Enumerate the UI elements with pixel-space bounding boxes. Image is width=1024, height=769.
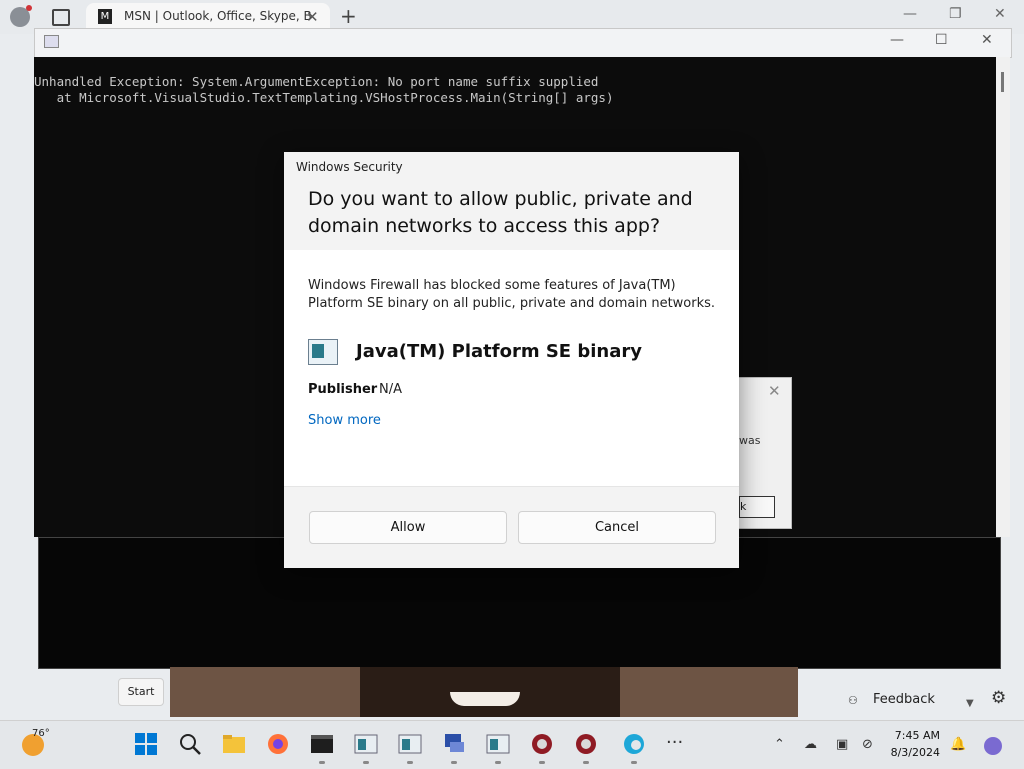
app-running-indicator (363, 761, 369, 764)
console-scrollbar-thumb[interactable] (1001, 72, 1004, 92)
ruby-app-icon[interactable] (530, 732, 554, 756)
ruby-running-indicator (583, 761, 589, 764)
chevron-down-icon[interactable]: ▼ (966, 698, 974, 709)
browser-close-icon[interactable]: ✕ (994, 6, 1006, 22)
tab-title[interactable]: MSN | Outlook, Office, Skype, B (124, 9, 314, 23)
app-name: Java(TM) Platform SE binary (356, 341, 642, 362)
console-title-bar (34, 28, 1012, 58)
copilot-icon[interactable] (984, 737, 1002, 755)
dialog-caption: Windows Security (296, 160, 403, 174)
feedback-icon[interactable]: ⚇ (848, 694, 862, 707)
show-more-link[interactable]: Show more (308, 413, 381, 428)
app-window-icon[interactable] (354, 732, 378, 756)
search-icon[interactable] (178, 732, 202, 756)
console-line-stacktrace: at Microsoft.VisualStudio.TextTemplating… (34, 90, 614, 105)
app-window-icon[interactable] (398, 732, 422, 756)
network-icon[interactable]: ⊘ (862, 737, 873, 752)
dialog-question: Do you want to allow public, private and… (308, 188, 693, 237)
publisher-value: N/A (379, 382, 402, 397)
console-close-icon[interactable]: ✕ (981, 32, 993, 48)
tab-close-icon[interactable]: ✕ (306, 8, 319, 26)
file-explorer-icon[interactable] (222, 732, 246, 756)
edge-running-indicator (631, 761, 637, 764)
console-line-exception: Unhandled Exception: System.ArgumentExce… (34, 74, 599, 89)
app-window-icon[interactable] (486, 732, 510, 756)
cancel-button[interactable]: Cancel (518, 511, 716, 544)
ruby-app-icon[interactable] (574, 732, 598, 756)
terminal-running-indicator (319, 761, 325, 764)
clock-time[interactable]: 7:45 AM (888, 729, 940, 742)
terminal-icon[interactable] (310, 732, 334, 756)
console-scrollbar[interactable] (996, 57, 1010, 537)
gear-icon[interactable]: ⚙ (991, 688, 1006, 708)
app-running-indicator (495, 761, 501, 764)
console-app-icon (44, 35, 59, 48)
feedback-link[interactable]: Feedback (873, 692, 935, 707)
tab-actions-icon[interactable] (52, 9, 70, 26)
msn-favicon-icon: M (98, 9, 112, 24)
console-maximize-icon[interactable]: ☐ (935, 32, 948, 48)
clock-date[interactable]: 8/3/2024 (888, 746, 940, 759)
display-icon[interactable]: ▣ (836, 737, 848, 752)
new-tab-icon[interactable]: + (340, 4, 357, 28)
notification-dot-icon (26, 5, 32, 11)
background-dialog-text: was (739, 434, 761, 447)
video-smile (450, 692, 520, 706)
chevron-up-icon[interactable]: ⌃ (774, 737, 785, 752)
weather-temperature[interactable]: 76° (32, 728, 50, 739)
app-running-indicator (407, 761, 413, 764)
publisher-label: Publisher (308, 382, 378, 397)
browser-minimize-icon[interactable]: — (903, 6, 917, 22)
windows-start-icon[interactable] (134, 732, 158, 756)
bell-icon[interactable]: 🔔 (950, 737, 966, 752)
background-dialog-ok-button[interactable]: k (739, 496, 775, 518)
console-minimize-icon[interactable]: — (890, 32, 904, 48)
start-tooltip: Start (118, 678, 164, 706)
firefox-icon[interactable] (266, 732, 290, 756)
more-apps-icon[interactable]: ··· (666, 732, 690, 756)
ruby-running-indicator (539, 761, 545, 764)
background-dialog-close-icon[interactable]: ✕ (768, 382, 781, 400)
edge-icon[interactable] (622, 732, 646, 756)
allow-button[interactable]: Allow (309, 511, 507, 544)
remote-desktop-icon[interactable] (442, 732, 466, 756)
app-window-icon-detail (312, 344, 324, 358)
remote-running-indicator (451, 761, 457, 764)
cloud-icon[interactable]: ☁ (804, 737, 817, 752)
browser-restore-icon[interactable]: ❐ (949, 6, 962, 22)
dialog-message: Windows Firewall has blocked some featur… (308, 278, 716, 311)
